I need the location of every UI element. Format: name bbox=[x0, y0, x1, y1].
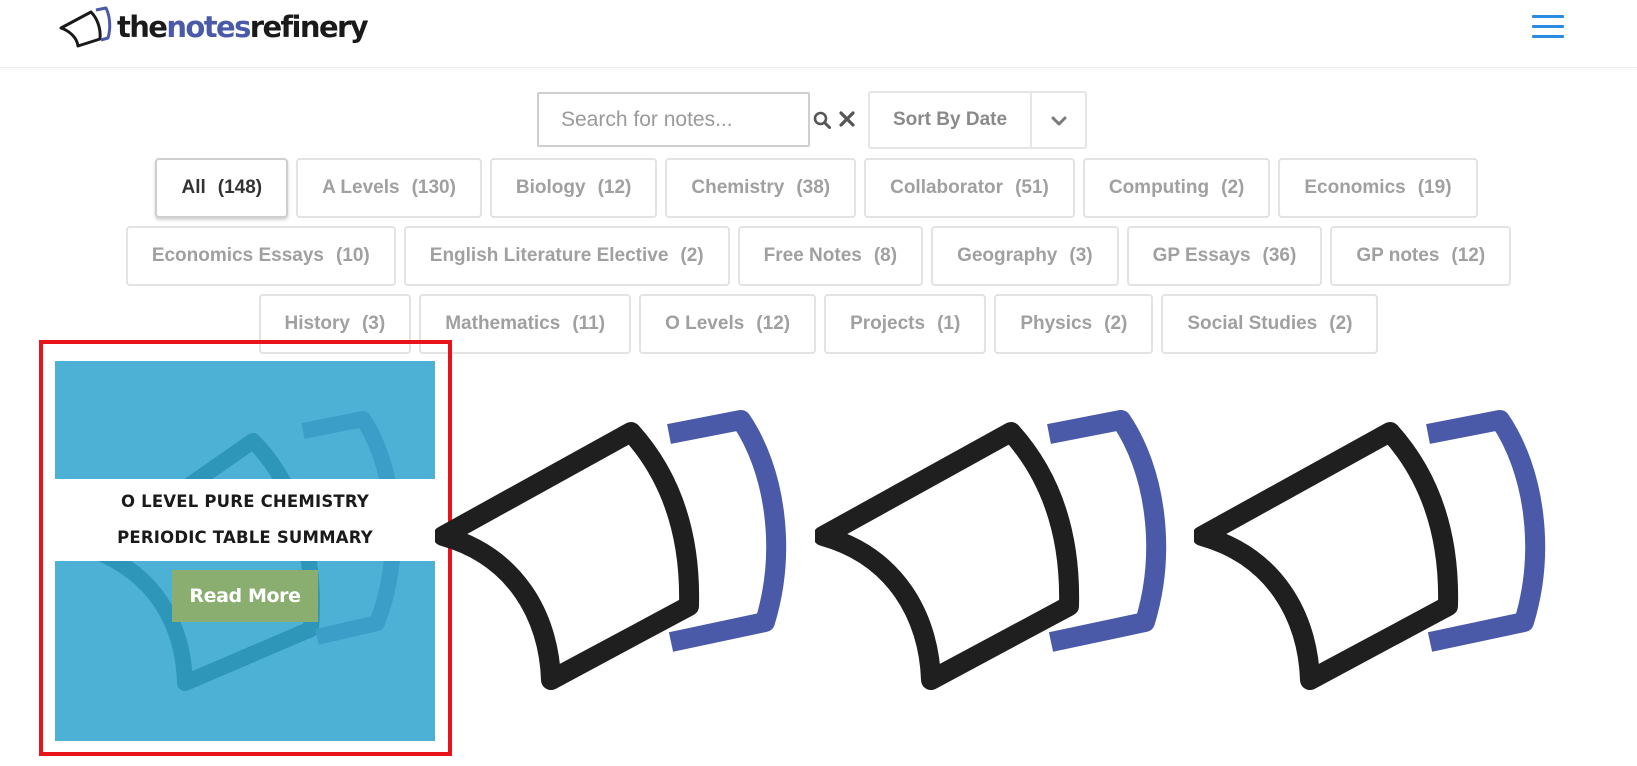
search-icon[interactable] bbox=[813, 111, 831, 129]
filter-label: Physics bbox=[1020, 313, 1093, 334]
filter-chip-collaborator[interactable]: Collaborator (51) bbox=[864, 158, 1075, 218]
filter-label: Computing bbox=[1108, 177, 1210, 198]
filter-count: (19) bbox=[1417, 177, 1452, 198]
filter-count: (2) bbox=[1329, 313, 1353, 334]
filter-label: A Levels bbox=[322, 177, 400, 198]
filter-chip-english-literature-elective[interactable]: English Literature Elective (2) bbox=[403, 226, 730, 286]
filter-count: (8) bbox=[873, 245, 898, 266]
filter-count: (12) bbox=[597, 177, 632, 198]
filter-row: Economics Essays (10) English Literature … bbox=[0, 226, 1637, 286]
logo-book-icon bbox=[59, 6, 112, 48]
logo-text-notes: notes bbox=[166, 9, 251, 44]
filter-chip-gp-notes[interactable]: GP notes (12) bbox=[1330, 226, 1512, 286]
filter-label: Collaborator bbox=[890, 177, 1004, 198]
filter-count: (11) bbox=[572, 313, 606, 334]
filter-chip-a-levels[interactable]: A Levels (130) bbox=[296, 158, 482, 218]
filter-chip-computing[interactable]: Computing (2) bbox=[1082, 158, 1271, 218]
filter-count: (38) bbox=[796, 177, 831, 198]
hamburger-line bbox=[1532, 15, 1564, 18]
filter-count: (10) bbox=[335, 245, 370, 266]
category-filters: All (148) A Levels (130) Biology (12) Chemi… bbox=[0, 158, 1637, 362]
filter-chip-all[interactable]: All (148) bbox=[155, 158, 289, 218]
search-input[interactable] bbox=[537, 92, 810, 147]
note-thumbnail-placeholder[interactable] bbox=[815, 410, 1195, 700]
filter-label: Economics bbox=[1304, 177, 1406, 198]
filter-chip-chemistry[interactable]: Chemistry (38) bbox=[665, 158, 857, 218]
filter-count: (36) bbox=[1262, 245, 1297, 266]
open-book-icon bbox=[1194, 410, 1546, 690]
filter-label: All bbox=[181, 177, 206, 198]
card-title-band: O LEVEL PURE CHEMISTRY PERIODIC TABLE SU… bbox=[55, 479, 435, 561]
filter-chip-gp-essays[interactable]: GP Essays (36) bbox=[1126, 226, 1323, 286]
sort-divider bbox=[1030, 93, 1032, 147]
filter-row: All (148) A Levels (130) Biology (12) Chemi… bbox=[0, 158, 1635, 218]
hamburger-icon[interactable] bbox=[1532, 15, 1564, 39]
filter-label: Economics Essays bbox=[151, 245, 324, 266]
note-card[interactable]: O LEVEL PURE CHEMISTRY PERIODIC TABLE SU… bbox=[55, 361, 435, 741]
logo-text-the: the bbox=[117, 9, 168, 44]
sort-dropdown[interactable]: Sort By Date bbox=[868, 91, 1087, 149]
close-icon[interactable] bbox=[838, 110, 856, 128]
filter-count: (12) bbox=[1451, 245, 1486, 266]
filter-chip-economics-essays[interactable]: Economics Essays (10) bbox=[125, 226, 396, 286]
hamburger-line bbox=[1532, 35, 1564, 38]
filter-label: Geography bbox=[957, 245, 1058, 266]
filter-label: Chemistry bbox=[691, 177, 785, 198]
filter-chip-projects[interactable]: Projects (1) bbox=[824, 294, 987, 354]
site-header: thenotesrefinery bbox=[0, 0, 1637, 68]
filter-label: O Levels bbox=[665, 313, 745, 334]
logo-text-refinery: refinery bbox=[249, 9, 369, 44]
filter-label: English Literature Elective bbox=[429, 245, 669, 266]
filter-chip-social-studies[interactable]: Social Studies (2) bbox=[1161, 294, 1379, 354]
read-more-button[interactable]: Read More bbox=[172, 570, 318, 622]
hamburger-line bbox=[1532, 25, 1564, 28]
note-thumbnail-placeholder[interactable] bbox=[435, 410, 815, 700]
filter-count: (2) bbox=[680, 245, 704, 266]
filter-label: Projects bbox=[850, 313, 926, 334]
filter-count: (51) bbox=[1015, 177, 1049, 198]
filter-chip-o-levels[interactable]: O Levels (12) bbox=[639, 294, 817, 354]
filter-count: (148) bbox=[217, 177, 263, 198]
filter-count: (2) bbox=[1221, 177, 1245, 198]
note-thumbnail-placeholder[interactable] bbox=[1194, 410, 1574, 700]
open-book-icon bbox=[815, 410, 1167, 690]
filter-label: Social Studies bbox=[1187, 313, 1318, 334]
filter-chip-geography[interactable]: Geography (3) bbox=[931, 226, 1119, 286]
filter-chip-biology[interactable]: Biology (12) bbox=[489, 158, 658, 218]
filter-count: (3) bbox=[1069, 245, 1093, 266]
filter-label: History bbox=[284, 313, 350, 334]
filter-count: (12) bbox=[756, 313, 791, 334]
filter-count: (130) bbox=[411, 177, 456, 198]
filter-chip-free-notes[interactable]: Free Notes (8) bbox=[737, 226, 924, 286]
filter-label: GP Essays bbox=[1152, 245, 1251, 266]
logo-text: thenotesrefinery bbox=[117, 9, 369, 44]
filter-count: (3) bbox=[361, 313, 386, 334]
card-title[interactable]: O LEVEL PURE CHEMISTRY PERIODIC TABLE SU… bbox=[75, 484, 415, 556]
filter-label: GP notes bbox=[1356, 245, 1440, 266]
open-book-icon bbox=[435, 410, 787, 690]
chevron-down-icon[interactable] bbox=[1050, 112, 1068, 130]
filter-count: (1) bbox=[937, 313, 961, 334]
filter-count: (2) bbox=[1104, 313, 1128, 334]
filter-chip-economics[interactable]: Economics (19) bbox=[1278, 158, 1478, 218]
filter-chip-physics[interactable]: Physics (2) bbox=[994, 294, 1154, 354]
filter-label: Mathematics bbox=[445, 313, 561, 334]
sort-label: Sort By Date bbox=[893, 109, 1008, 130]
site-logo[interactable]: thenotesrefinery bbox=[58, 6, 369, 48]
filter-label: Biology bbox=[515, 177, 586, 198]
filter-label: Free Notes bbox=[763, 245, 862, 266]
